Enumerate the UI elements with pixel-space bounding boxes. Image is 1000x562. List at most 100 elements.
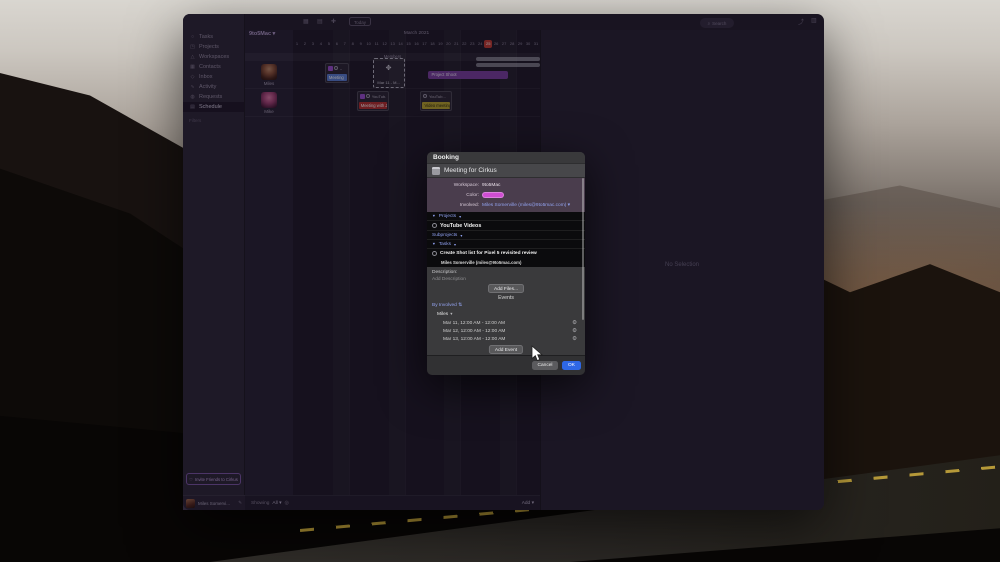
member-avatar[interactable] (261, 92, 277, 108)
description-placeholder[interactable]: Add Description (432, 277, 466, 282)
sidebar-item-projects[interactable]: ◳ Projects (183, 42, 244, 52)
event-bar[interactable]: Project Shoot (428, 71, 509, 79)
invite-friends-button[interactable]: ♡ Invite Friends to Cirkus (186, 473, 241, 485)
event-row[interactable]: Mar 12, 12:00 AM - 12:00 AM ⚙ (427, 327, 585, 335)
weekend-column (389, 30, 397, 495)
sidebar-toggle-icon[interactable]: ▥ (811, 17, 817, 24)
color-swatch[interactable] (482, 192, 504, 198)
event-row[interactable]: Mar 11, 12:00 AM - 12:00 AM ⚙ (427, 319, 585, 327)
dialog-scrollbar[interactable] (581, 178, 584, 320)
drag-selection-box[interactable]: ✥ Mar 11 - M... (372, 58, 405, 88)
day-10[interactable]: 10 (365, 40, 373, 48)
chevron-down-icon: ▾ (531, 500, 534, 506)
gear-icon[interactable]: ⚙ (572, 336, 577, 342)
projects-header[interactable]: ▼ Projects ▾ (427, 212, 585, 221)
sidebar-item-label: Requests (199, 94, 223, 100)
day-23[interactable]: 23 (468, 40, 476, 48)
showing-filter-dropdown[interactable]: All ▾ (272, 501, 281, 506)
day-17[interactable]: 17 (420, 40, 428, 48)
day-16[interactable]: 16 (413, 40, 421, 48)
sidebar-item-activity[interactable]: ∿ Activity (183, 82, 244, 92)
project-item-youtube-videos[interactable]: YouTube Videos (427, 221, 585, 231)
day-6[interactable]: 6 (333, 40, 341, 48)
day-8[interactable]: 8 (349, 40, 357, 48)
add-dropdown[interactable]: Add ▾ (522, 501, 534, 506)
add-event-button[interactable]: Add Event (488, 345, 524, 354)
sidebar-item-workspaces[interactable]: △ Workspaces (183, 52, 244, 62)
event-card[interactable]: – Meeting (324, 63, 349, 83)
tasks-header[interactable]: ▼ Tasks ▾ (427, 240, 585, 249)
search-input[interactable]: ⌕ Search (700, 18, 734, 28)
day-28[interactable]: 28 (508, 40, 516, 48)
day-12[interactable]: 12 (381, 40, 389, 48)
booking-dialog: Booking Meeting for Cirkus Workspace: 9t… (427, 152, 585, 375)
day-14[interactable]: 14 (397, 40, 405, 48)
event-card[interactable]: YouTub... Video meeting (420, 91, 453, 111)
day-20[interactable]: 20 (444, 40, 452, 48)
view-list-icon[interactable]: ▤ (317, 17, 323, 27)
profile-row[interactable]: Miles Somervi... ✎ (183, 495, 245, 510)
edit-profile-icon[interactable]: ✎ (238, 500, 242, 506)
weekend-column (333, 30, 341, 495)
event-card-title: YouTub... (428, 93, 446, 99)
sidebar-item-schedule[interactable]: ▤ Schedule (183, 102, 244, 112)
day-13[interactable]: 13 (389, 40, 397, 48)
contacts-icon: ▦ (190, 64, 195, 70)
day-21[interactable]: 21 (452, 40, 460, 48)
events-group-header[interactable]: Miles ▼ (437, 312, 453, 317)
checkbox-icon[interactable] (432, 223, 437, 228)
involved-dropdown[interactable]: Miles Somerville (miles@9to5mac.com) ▾ (482, 203, 570, 208)
dialog-title: Booking (427, 152, 585, 163)
add-icon[interactable]: ✚ (331, 17, 336, 27)
day-18[interactable]: 18 (428, 40, 436, 48)
day-31[interactable]: 31 (532, 40, 540, 48)
checkbox-icon[interactable] (423, 94, 428, 98)
day-2[interactable]: 2 (301, 40, 309, 48)
day-29[interactable]: 29 (516, 40, 524, 48)
ok-button[interactable]: OK (562, 361, 581, 370)
day-1[interactable]: 1 (293, 40, 301, 48)
day-9[interactable]: 9 (357, 40, 365, 48)
day-15[interactable]: 15 (405, 40, 413, 48)
view-grid-icon[interactable]: ▦ (303, 17, 309, 27)
day-22[interactable]: 22 (460, 40, 468, 48)
day-19[interactable]: 19 (436, 40, 444, 48)
sort-by-involved-button[interactable]: By Involved ⇅ (432, 303, 462, 308)
day-30[interactable]: 30 (524, 40, 532, 48)
day-11[interactable]: 11 (373, 40, 381, 48)
share-icon[interactable]: ⤴ (798, 17, 804, 26)
sidebar-item-requests[interactable]: ◍ Requests (183, 92, 244, 102)
event-card[interactable]: YouTub... Meeting with Jordan (356, 91, 389, 111)
filter-circle-icon[interactable]: ◎ (285, 501, 289, 506)
event-row[interactable]: Mar 13, 12:00 AM - 12:00 AM ⚙ (427, 335, 585, 343)
day-26[interactable]: 26 (492, 40, 500, 48)
chevron-down-icon: ▾ (460, 233, 463, 238)
project-color-icon (359, 93, 365, 99)
day-27[interactable]: 27 (500, 40, 508, 48)
gear-icon[interactable]: ⚙ (572, 328, 577, 334)
project-item-label: YouTube Videos (440, 222, 482, 229)
day-24[interactable]: 24 (476, 40, 484, 48)
day-3[interactable]: 3 (309, 40, 317, 48)
task-item[interactable]: Create Shot list for Pixel 5 revisited r… (427, 249, 585, 258)
day-5[interactable]: 5 (325, 40, 333, 48)
showing-label: Showing (251, 500, 270, 506)
day-7[interactable]: 7 (341, 40, 349, 48)
day-25[interactable]: 25 (484, 40, 493, 48)
sidebar-item-inbox[interactable]: ◇ Inbox (183, 72, 244, 82)
checkbox-icon[interactable] (334, 66, 339, 70)
today-button[interactable]: Today (349, 17, 372, 26)
filters-label: Filters (189, 118, 202, 123)
sidebar-item-contacts[interactable]: ▦ Contacts (183, 62, 244, 72)
add-files-button[interactable]: Add Files... (488, 284, 524, 293)
task-assignee: Miles Somerville (miles@9to5mac.com) (427, 258, 585, 267)
checkbox-icon[interactable] (432, 251, 437, 256)
day-4[interactable]: 4 (317, 40, 325, 48)
sidebar-item-tasks[interactable]: ○ Tasks (183, 32, 244, 42)
workspace-switcher[interactable]: 9to5Mac ▾ (249, 31, 275, 37)
search-icon: ⌕ (707, 20, 711, 26)
subprojects-header[interactable]: Subprojects ▾ (427, 231, 585, 240)
member-avatar[interactable] (261, 64, 277, 80)
checkbox-icon[interactable] (366, 94, 371, 98)
gear-icon[interactable]: ⚙ (572, 320, 577, 326)
